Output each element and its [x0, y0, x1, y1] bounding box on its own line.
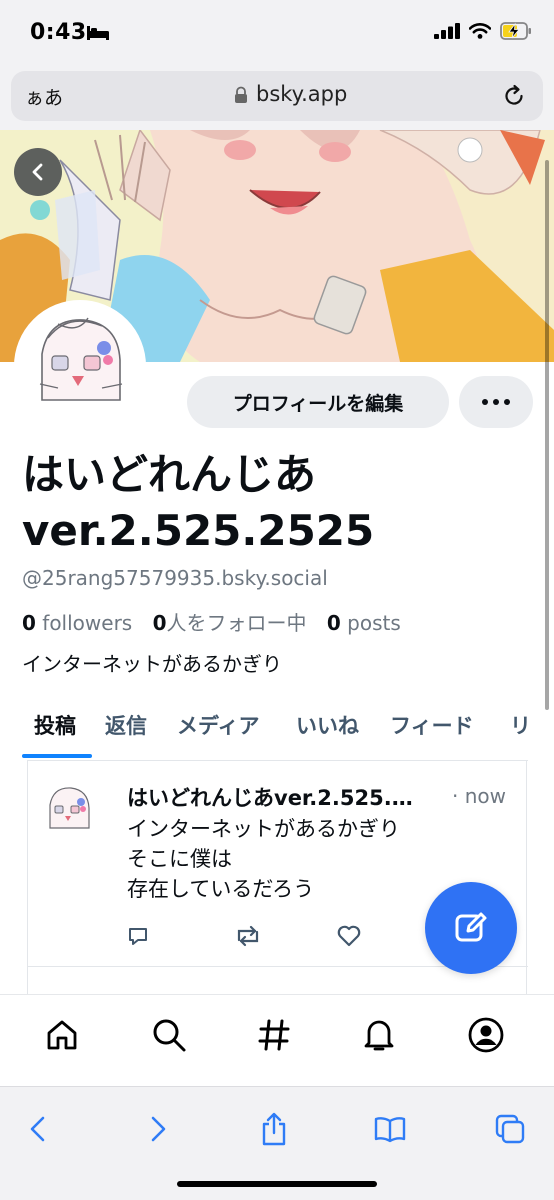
more-dot: [504, 399, 510, 405]
profile-stats: 0 followers 0人をフォロー中 0 posts: [22, 607, 415, 636]
repost-icon[interactable]: [233, 924, 263, 952]
home-icon[interactable]: [42, 1015, 82, 1055]
home-indicator: [177, 1181, 377, 1187]
wifi-icon: [468, 23, 492, 43]
compose-icon: [455, 912, 487, 942]
share-icon[interactable]: [254, 1109, 294, 1149]
display-name: はいどれんじあver.2.525.2525: [22, 450, 375, 555]
text-size-button[interactable]: ぁあ: [25, 83, 63, 110]
tab-feeds[interactable]: フィード: [390, 710, 474, 740]
lock-icon: [234, 86, 248, 108]
address-bar[interactable]: ぁあ bsky.app: [11, 71, 543, 121]
tab-posts[interactable]: 投稿: [34, 710, 76, 740]
status-bar: 0:43: [0, 0, 554, 66]
post-text: インターネットがあるかぎり そこに僕は 存在しているだろう: [127, 814, 400, 904]
post-text-line: インターネットがあるかぎり: [127, 817, 400, 841]
profile-handle: @25rang57579935.bsky.social: [22, 566, 328, 590]
battery-charging-icon: [500, 22, 532, 44]
tab-lists[interactable]: リ: [510, 710, 531, 740]
scroll-indicator: [545, 160, 549, 710]
more-dot: [482, 399, 488, 405]
tab-likes[interactable]: いいね: [296, 710, 359, 740]
edit-profile-button[interactable]: プロフィールを編集: [187, 376, 449, 428]
forward-icon[interactable]: [138, 1109, 178, 1149]
url-text: bsky.app: [256, 82, 348, 106]
post-text-line: 存在しているだろう: [127, 877, 315, 901]
feeds-hash-icon[interactable]: [254, 1015, 294, 1055]
post-author-avatar[interactable]: [38, 780, 100, 842]
compose-post-button[interactable]: [425, 882, 517, 974]
following-stat[interactable]: 0人をフォロー中: [153, 611, 307, 635]
sleep-focus-icon: [86, 25, 110, 45]
profile-avatar[interactable]: [14, 300, 146, 432]
profile-tabs: 投稿 返信 メディア いいね フィード リ: [0, 700, 554, 758]
cellular-signal-icon: [434, 23, 460, 43]
post-timestamp: · now: [452, 784, 506, 808]
like-heart-icon[interactable]: [336, 924, 362, 952]
post-author-name[interactable]: はいどれんじあver.2.525.2525: [127, 782, 417, 812]
more-dot: [493, 399, 499, 405]
profile-bio: インターネットがあるかぎり: [22, 652, 282, 676]
active-tab-indicator: [22, 754, 92, 758]
following-count: 0: [152, 611, 167, 635]
more-options-button[interactable]: [459, 376, 533, 428]
tab-media[interactable]: メディア: [177, 710, 260, 740]
back-icon[interactable]: [18, 1109, 58, 1149]
profile-icon[interactable]: [466, 1015, 506, 1055]
browser-address-area: ぁあ bsky.app: [0, 66, 554, 130]
app-bottom-nav: [0, 994, 554, 1086]
post-text-line: そこに僕は: [127, 847, 232, 871]
status-indicators: [434, 22, 532, 44]
followers-label: followers: [42, 611, 133, 635]
search-icon[interactable]: [149, 1015, 189, 1055]
avatar-drawing: [18, 304, 142, 428]
followers-count: 0: [22, 611, 36, 635]
posts-label: posts: [347, 611, 401, 635]
posts-count: 0: [326, 611, 341, 635]
divider: [28, 760, 528, 761]
posts-stat: 0 posts: [327, 611, 401, 635]
status-time: 0:43: [30, 20, 87, 45]
reply-icon[interactable]: [126, 924, 150, 952]
back-button[interactable]: [14, 148, 62, 196]
reload-icon[interactable]: [501, 83, 527, 113]
tab-replies[interactable]: 返信: [105, 710, 147, 740]
notifications-bell-icon[interactable]: [359, 1015, 399, 1055]
bookmarks-icon[interactable]: [370, 1109, 410, 1149]
followers-stat[interactable]: 0 followers: [22, 611, 132, 635]
tabs-icon[interactable]: [490, 1109, 530, 1149]
following-label: 人をフォロー中: [166, 611, 307, 635]
